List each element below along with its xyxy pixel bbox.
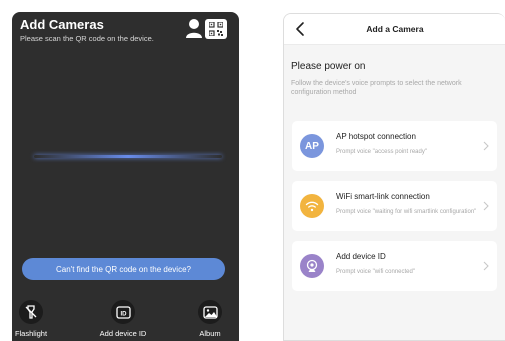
chevron-right-icon [483, 261, 489, 271]
album-button[interactable]: Album [180, 300, 239, 338]
option-title: AP hotspot connection [336, 132, 416, 141]
person-icon[interactable] [185, 18, 203, 38]
qr-code-icon [209, 22, 223, 36]
qr-scanner-screen: Add Cameras Please scan the QR code on t… [12, 12, 239, 341]
page-title: Add a Camera [366, 24, 424, 34]
flashlight-off-icon [25, 305, 37, 319]
scanner-title: Add Cameras [20, 17, 104, 32]
power-on-description: Follow the device's voice prompts to sel… [291, 80, 462, 96]
add-device-id-button[interactable]: ID Add device ID [93, 300, 153, 338]
option-title: WiFi smart-link connection [336, 192, 430, 201]
album-label: Album [199, 329, 221, 338]
option-description: Prompt voice "waiting for wifi smartlink… [336, 209, 477, 215]
svg-text:ID: ID [120, 311, 127, 317]
option-title: Add device ID [336, 252, 386, 261]
option-ap-hotspot[interactable]: AP AP hotspot connection Prompt voice "a… [292, 121, 497, 171]
scan-line [34, 155, 222, 158]
chevron-right-icon [483, 141, 489, 151]
id-card-icon: ID [115, 305, 131, 319]
option-description: Prompt voice "access point ready" [336, 149, 427, 155]
chevron-right-icon [483, 201, 489, 211]
add-camera-screen: Add a Camera Please power on Follow the … [283, 13, 505, 341]
top-bar: Add a Camera [284, 14, 505, 45]
scanner-subtitle: Please scan the QR code on the device. [20, 34, 154, 43]
power-on-heading: Please power on [291, 61, 366, 72]
wifi-icon [300, 194, 324, 218]
option-wifi-smartlink[interactable]: WiFi smart-link connection Prompt voice … [292, 181, 497, 231]
flashlight-label: Flashlight [14, 329, 48, 338]
option-description: Prompt voice "wifi connected" [336, 269, 415, 275]
qr-code-button[interactable] [205, 19, 227, 39]
flashlight-button[interactable]: Flashlight [12, 300, 61, 338]
option-add-device-id[interactable]: Add device ID Prompt voice "wifi connect… [292, 241, 497, 291]
camera-id-icon [300, 254, 324, 278]
cant-find-qr-button[interactable]: Can't find the QR code on the device? [22, 258, 225, 280]
add-device-id-label: Add device ID [99, 329, 147, 338]
image-icon [202, 305, 218, 319]
ap-icon: AP [300, 134, 324, 158]
